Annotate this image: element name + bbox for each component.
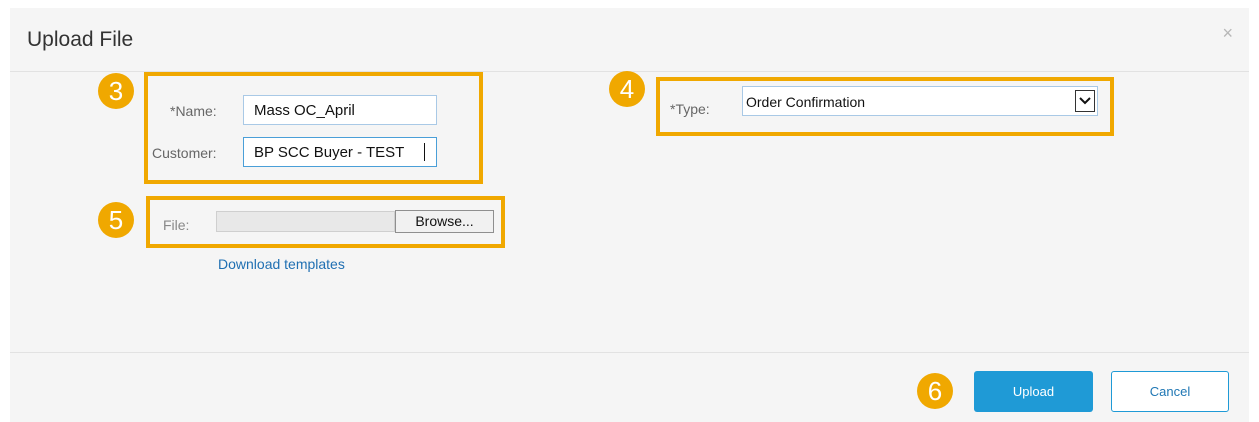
customer-field[interactable] [243,137,437,167]
file-path-field[interactable] [216,211,395,232]
name-label: *Name: [170,103,217,119]
name-customer-highlight [144,72,483,184]
browse-button[interactable]: Browse... [395,210,494,233]
chevron-down-icon[interactable] [1075,90,1095,112]
file-label: File: [163,217,190,233]
cancel-button[interactable]: Cancel [1111,371,1229,412]
customer-label: Customer: [152,145,217,161]
dialog-header: Upload File × [10,8,1249,72]
step-badge-6: 6 [917,373,953,409]
text-cursor [424,143,425,161]
download-templates-link[interactable]: Download templates [218,256,345,272]
type-label: *Type: [670,101,710,117]
type-select-value: Order Confirmation [746,94,866,110]
step-badge-4: 4 [609,71,645,107]
type-select[interactable]: Order Confirmation [742,86,1098,116]
upload-button[interactable]: Upload [974,371,1093,412]
step-badge-3: 3 [98,73,134,109]
step-badge-5: 5 [98,202,134,238]
dialog-title: Upload File [27,28,134,51]
close-icon[interactable]: × [1222,24,1233,42]
name-field[interactable] [243,95,437,125]
